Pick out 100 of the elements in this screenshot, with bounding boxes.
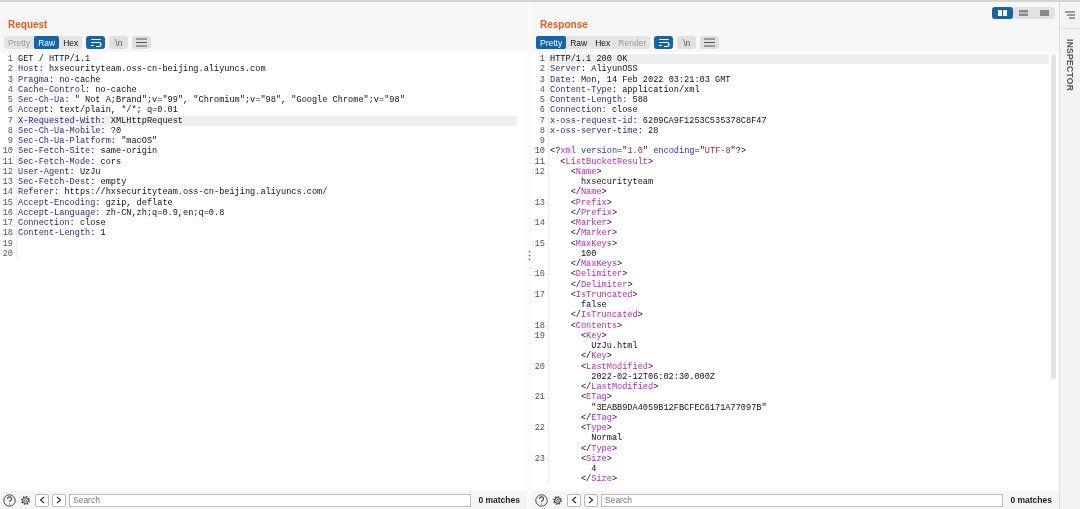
- single-pane-icon: [1040, 10, 1049, 16]
- code-line: <Key>: [579, 330, 607, 341]
- line-number: 8: [539, 125, 545, 136]
- code-line: </Size>: [579, 474, 618, 485]
- line-number: 4: [7, 84, 13, 95]
- code-line: <Prefix>: [569, 197, 612, 208]
- line-number: 3: [7, 74, 13, 85]
- search-field[interactable]: Search: [601, 493, 1004, 507]
- code-line: <Size>: [579, 453, 612, 464]
- code-line: Accept: text/plain, */*; q=0.01: [17, 105, 178, 116]
- code-line: Content-Length: 1: [17, 228, 106, 239]
- match-count: 0 matches: [1009, 495, 1053, 505]
- view-mode-tab[interactable]: Raw: [566, 36, 592, 49]
- inspector-tab[interactable]: INSPECTOR: [1065, 39, 1075, 92]
- code-line: Sec-Fetch-Site: same-origin: [17, 146, 158, 157]
- menu-button[interactable]: [700, 36, 720, 49]
- wrap-icon: [89, 38, 102, 47]
- code-line: Server: AliyunOSS: [549, 64, 638, 75]
- code-line: "3EABB9DA4059B12FBCFEC6171A77097B": [590, 402, 767, 413]
- code-line: 100: [579, 248, 597, 259]
- code-line: </Prefix>: [569, 207, 618, 218]
- previous-button[interactable]: [35, 493, 49, 507]
- code-line: </ETag>: [579, 412, 618, 423]
- line-number: 18: [534, 320, 545, 331]
- view-mode-tab[interactable]: Hex: [591, 36, 615, 49]
- code-line: x-oss-request-id: 6209CA9F1253C535378C8F47: [549, 115, 767, 126]
- code-line: Accept-Language: zh-CN,zh;q=0.9,en;q=0.8: [17, 207, 225, 218]
- code-line: </Key>: [579, 351, 612, 362]
- code-line: Sec-Ch-Ua: " Not A;Brand";v="99", "Chromium";v="98", "Google Chrome";v="98": [17, 95, 405, 105]
- layout-button[interactable]: [992, 7, 1013, 19]
- line-number: 13: [534, 197, 545, 208]
- wrap-icon: [657, 38, 670, 47]
- code-line: Normal: [590, 433, 623, 444]
- code-line: Sec-Fetch-Dest: empty: [17, 177, 127, 187]
- line-number: 12: [534, 166, 545, 177]
- match-count: 0 matches: [477, 495, 521, 505]
- line-number: 17: [534, 289, 545, 300]
- code-line: </IsTruncated>: [569, 310, 643, 321]
- help-icon[interactable]: [535, 493, 548, 507]
- code-line: 4: [590, 464, 597, 474]
- previous-button[interactable]: [567, 493, 581, 507]
- code-line: Cache-Control: no-cache: [17, 84, 137, 95]
- settings-icon[interactable]: [551, 493, 564, 507]
- line-number: 19: [534, 330, 545, 341]
- line-number: 7: [7, 115, 13, 126]
- search-field[interactable]: Search: [69, 493, 472, 507]
- code-line: Content-Length: 588: [549, 95, 648, 105]
- line-number: 15: [2, 197, 13, 208]
- code-line: false: [579, 300, 607, 310]
- view-mode-tab[interactable]: Pretty: [536, 36, 567, 49]
- code-line: Sec-Ch-Ua-Mobile: ?0: [17, 125, 122, 136]
- wrap-toggle[interactable]: [654, 36, 674, 49]
- chevron-left-icon: [571, 496, 577, 504]
- line-number: 6: [7, 105, 13, 116]
- code-line: X-Requested-With: XMLHttpRequest: [17, 115, 184, 126]
- settings-icon[interactable]: [19, 493, 32, 507]
- line-number: 10: [534, 146, 545, 157]
- chevron-right-icon: [588, 496, 594, 504]
- line-number: 9: [539, 136, 545, 146]
- view-mode-tab[interactable]: Raw: [34, 36, 60, 49]
- code-line: Connection: close: [549, 105, 638, 116]
- code-line: <IsTruncated>: [569, 289, 638, 300]
- line-number: 18: [2, 228, 13, 239]
- line-number: 1: [539, 54, 545, 64]
- panel-title: Request: [8, 19, 48, 30]
- code-line: <Marker>: [569, 218, 612, 228]
- line-number: 19: [2, 238, 13, 249]
- help-icon[interactable]: [3, 493, 16, 507]
- menu-button[interactable]: [132, 36, 152, 49]
- menu-icon: [704, 38, 716, 47]
- chevron-right-icon: [56, 496, 62, 504]
- code-line: Host: hxsecurityteam.oss-cn-beijing.aliyuncs.com: [17, 64, 266, 75]
- newline-toggle[interactable]: \n: [677, 36, 697, 49]
- code-line: Sec-Ch-Ua-Platform: "macOS": [17, 136, 158, 146]
- code-line: <Contents>: [569, 320, 623, 331]
- line-number: 14: [534, 218, 545, 228]
- code-line: <LastModified>: [579, 361, 654, 372]
- scrollbar[interactable]: [1051, 54, 1056, 379]
- code-line: Date: Mon, 14 Feb 2022 03:21:03 GMT: [549, 74, 731, 85]
- line-number: 11: [2, 156, 13, 167]
- line-number: 16: [534, 269, 545, 280]
- code-line: <Name>: [569, 166, 602, 177]
- next-button[interactable]: [52, 493, 66, 507]
- view-mode-tab[interactable]: Hex: [59, 36, 83, 49]
- line-number: 6: [539, 105, 545, 116]
- wrap-toggle[interactable]: [86, 36, 106, 49]
- line-number: 20: [2, 248, 13, 259]
- next-button[interactable]: [584, 493, 598, 507]
- line-number: 20: [534, 361, 545, 372]
- code-line: Content-Type: application/xml: [549, 84, 700, 95]
- line-number: 11: [534, 156, 545, 167]
- line-number: 8: [7, 125, 13, 136]
- columns-icon: [998, 10, 1007, 16]
- drag-handle-icon[interactable]: [528, 250, 531, 261]
- line-number: 2: [539, 64, 545, 75]
- code-line: </Type>: [579, 443, 618, 454]
- line-number: 7: [539, 115, 545, 126]
- code-line: Accept-Encoding: gzip, deflate: [17, 197, 173, 208]
- newline-toggle[interactable]: \n: [109, 36, 129, 49]
- code-line: Pragma: no-cache: [17, 74, 101, 85]
